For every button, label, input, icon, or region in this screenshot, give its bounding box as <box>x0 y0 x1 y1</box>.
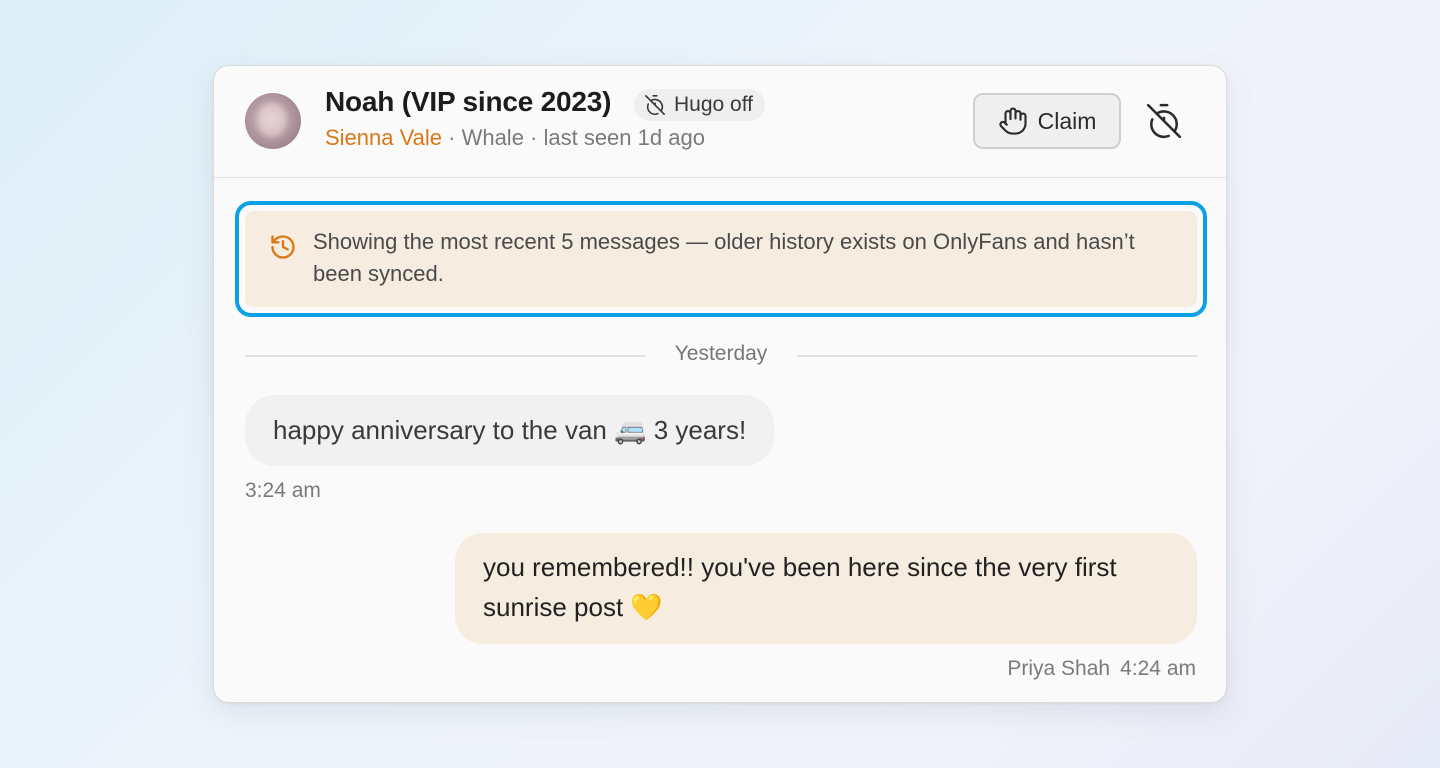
claim-label: Claim <box>1037 107 1097 134</box>
fan-subline: Sienna Vale · Whale · last seen 1d ago <box>325 125 705 151</box>
history-icon <box>271 235 295 259</box>
hand-icon <box>998 107 1027 135</box>
timer-off-icon <box>645 95 665 115</box>
conversation-header: Noah (VIP since 2023) Hugo off Sienna Va… <box>214 66 1226 178</box>
message-timestamp: 3:24 am <box>245 479 321 502</box>
incoming-message-bubble[interactable]: happy anniversary to the van 🚐 3 years! <box>245 395 775 466</box>
hugo-status-badge: Hugo off <box>634 89 766 121</box>
date-divider-line <box>245 355 645 357</box>
date-divider-line <box>797 355 1197 357</box>
fan-name: Noah (VIP since 2023) <box>325 86 612 117</box>
date-divider-label: Yesterday <box>674 342 768 365</box>
history-notice: Showing the most recent 5 messages — old… <box>245 211 1197 307</box>
outgoing-message-meta: Priya Shah 4:24 am <box>1007 657 1196 681</box>
creator-name[interactable]: Sienna Vale <box>325 125 442 150</box>
notice-text: Showing the most recent 5 messages — old… <box>313 229 1135 286</box>
message-sender: Priya Shah <box>1007 657 1111 680</box>
message-timestamp: 4:24 am <box>1120 657 1196 680</box>
conversation-panel: Noah (VIP since 2023) Hugo off Sienna Va… <box>213 65 1227 703</box>
avatar[interactable] <box>245 93 301 149</box>
hugo-status-label: Hugo off <box>674 93 754 116</box>
timer-off-icon <box>1146 103 1182 139</box>
outgoing-message-bubble[interactable]: you remembered!! you've been here since … <box>455 533 1197 644</box>
fan-meta: · Whale · last seen 1d ago <box>442 125 705 150</box>
timer-off-button[interactable] <box>1145 102 1183 140</box>
claim-button[interactable]: Claim <box>973 93 1121 149</box>
